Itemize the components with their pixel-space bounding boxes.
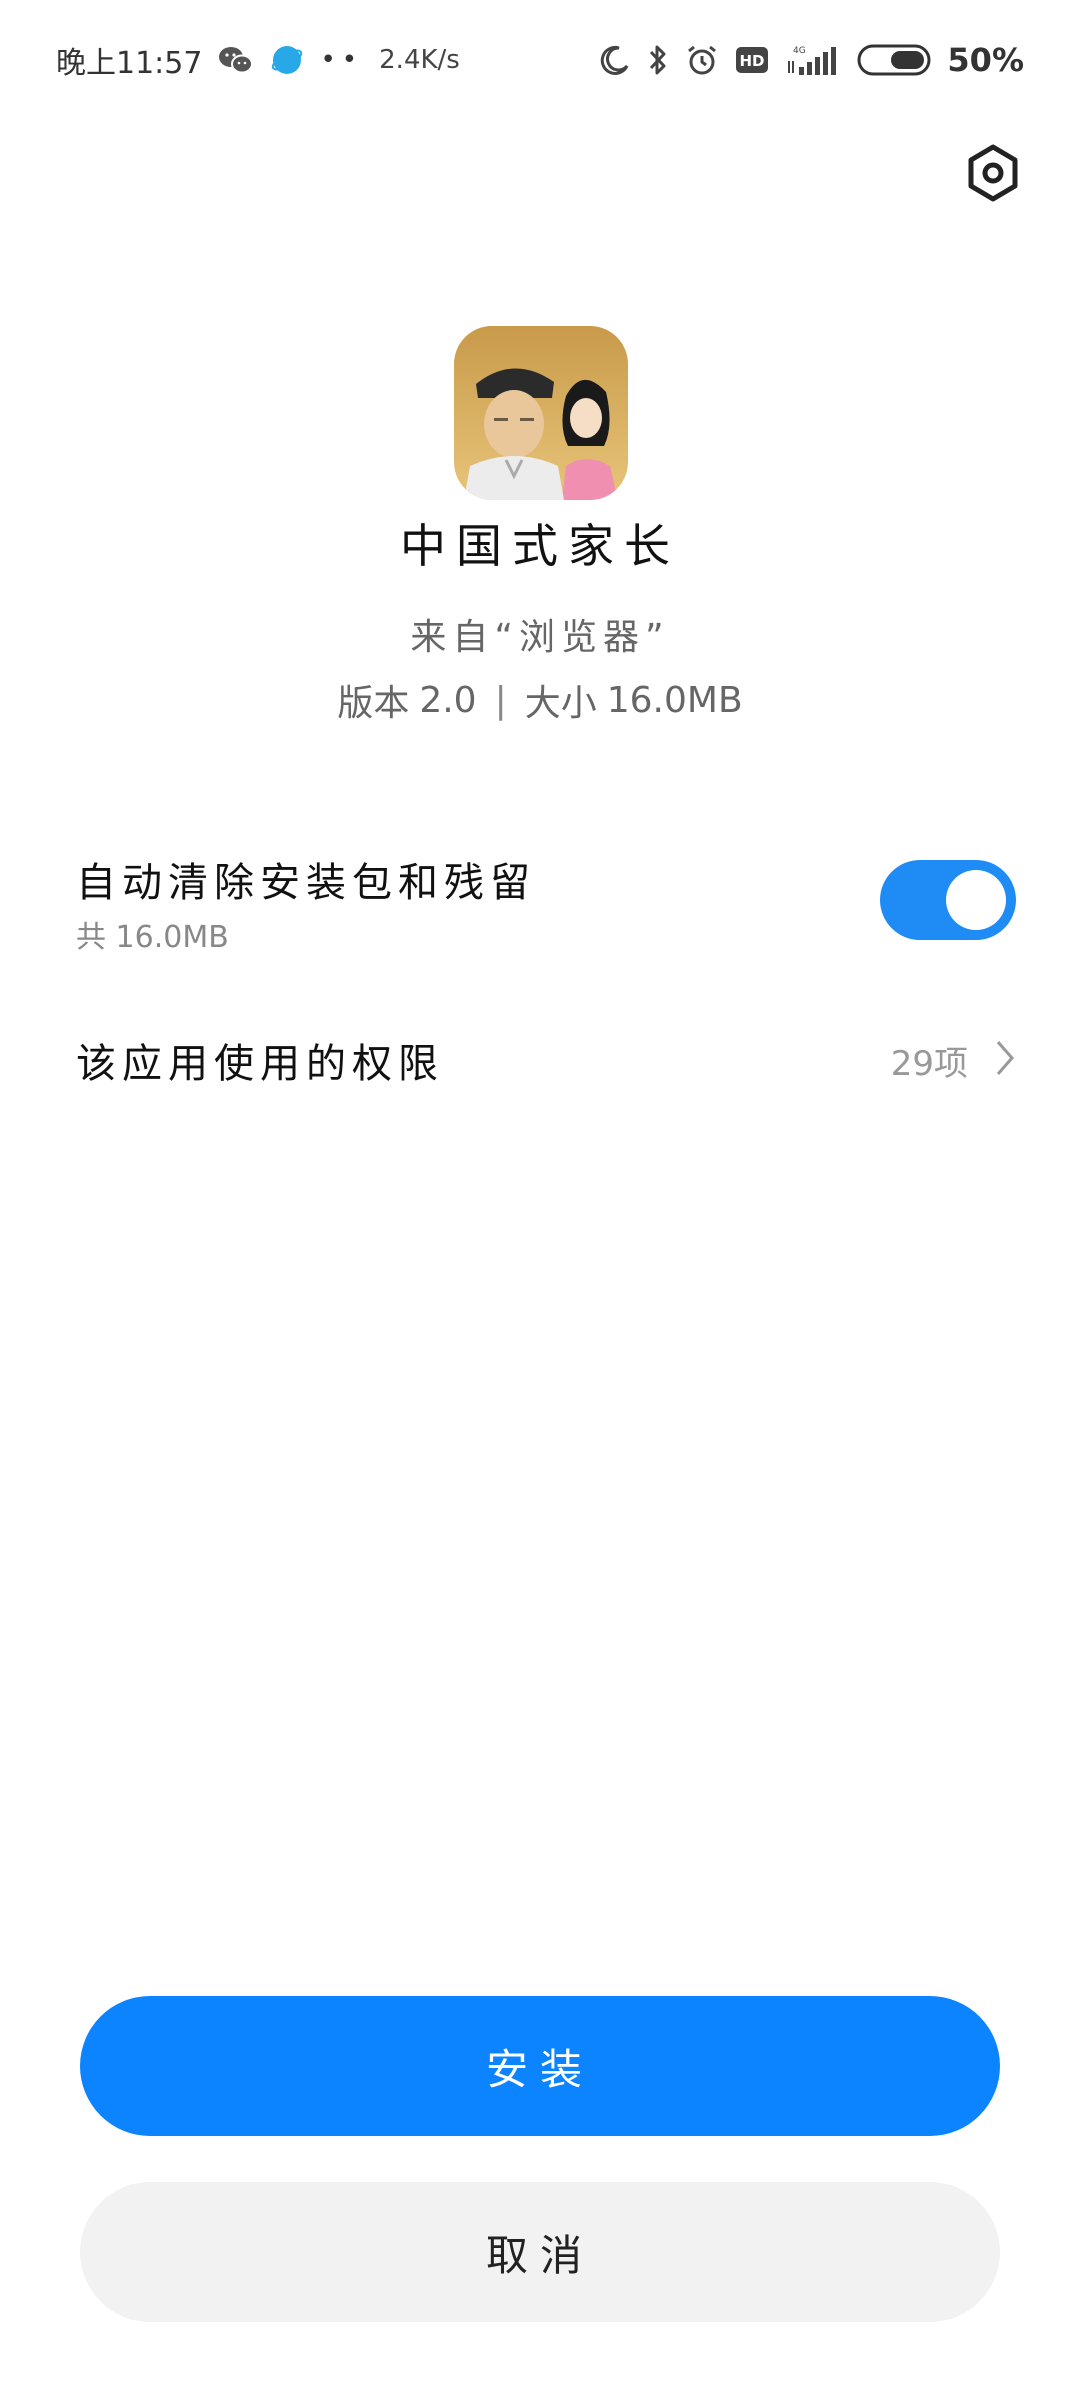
browser-icon (270, 43, 304, 77)
app-name: 中国式家长 (400, 519, 680, 573)
alarm-icon (685, 43, 719, 77)
moon-icon (599, 44, 631, 76)
permissions-count: 29项 (890, 1043, 968, 1084)
battery-percent: 50% (947, 41, 1024, 79)
version-label: 版本 (337, 683, 410, 724)
wechat-icon (218, 44, 254, 76)
auto-clean-subtitle: 共 16.0MB (76, 920, 229, 955)
version-value: 2.0 (419, 679, 477, 721)
gear-icon (963, 143, 1023, 207)
install-button[interactable]: 安装 (80, 1996, 1000, 2136)
permissions-title: 该应用使用的权限 (76, 1041, 444, 1087)
install-screen: 晚上11:57 •• 2.4K/s HD 4G 50% 中国式家长 来自“浏览器… (0, 0, 1080, 2400)
battery-icon (857, 43, 931, 77)
app-meta: 版本 2.0 | 大小 16.0MB (0, 674, 1080, 726)
status-bar-left: 晚上11:57 •• 2.4K/s (56, 38, 460, 82)
signal-icon: 4G (785, 43, 841, 77)
status-bar-right: HD 4G 50% (599, 41, 1024, 79)
network-type: 4G (793, 46, 806, 56)
toggle-knob (946, 870, 1006, 930)
permissions-row[interactable]: 该应用使用的权限 29项 (76, 1020, 1016, 1100)
chevron-right-icon (994, 1038, 1016, 1082)
settings-button[interactable] (958, 140, 1028, 210)
cancel-button[interactable]: 取消 (80, 2182, 1000, 2322)
hd-icon: HD (735, 45, 769, 75)
meta-separator: | (494, 679, 507, 721)
status-bar: 晚上11:57 •• 2.4K/s HD 4G 50% (0, 0, 1080, 120)
status-time: 晚上11:57 (56, 46, 203, 81)
app-source: 来自“浏览器” (410, 617, 670, 658)
size-value: 16.0MB (606, 679, 743, 721)
size-label: 大小 (524, 683, 597, 724)
auto-clean-toggle[interactable] (880, 860, 1016, 940)
svg-text:HD: HD (740, 52, 765, 70)
bluetooth-icon (647, 43, 669, 77)
auto-clean-row: 自动清除安装包和残留 共 16.0MB (76, 842, 1016, 962)
permissions-right: 29项 (891, 1036, 1016, 1085)
app-icon (454, 326, 628, 500)
network-speed: 2.4K/s (379, 45, 460, 75)
auto-clean-title: 自动清除安装包和残留 (76, 860, 536, 906)
more-dots-icon: •• (320, 45, 364, 75)
